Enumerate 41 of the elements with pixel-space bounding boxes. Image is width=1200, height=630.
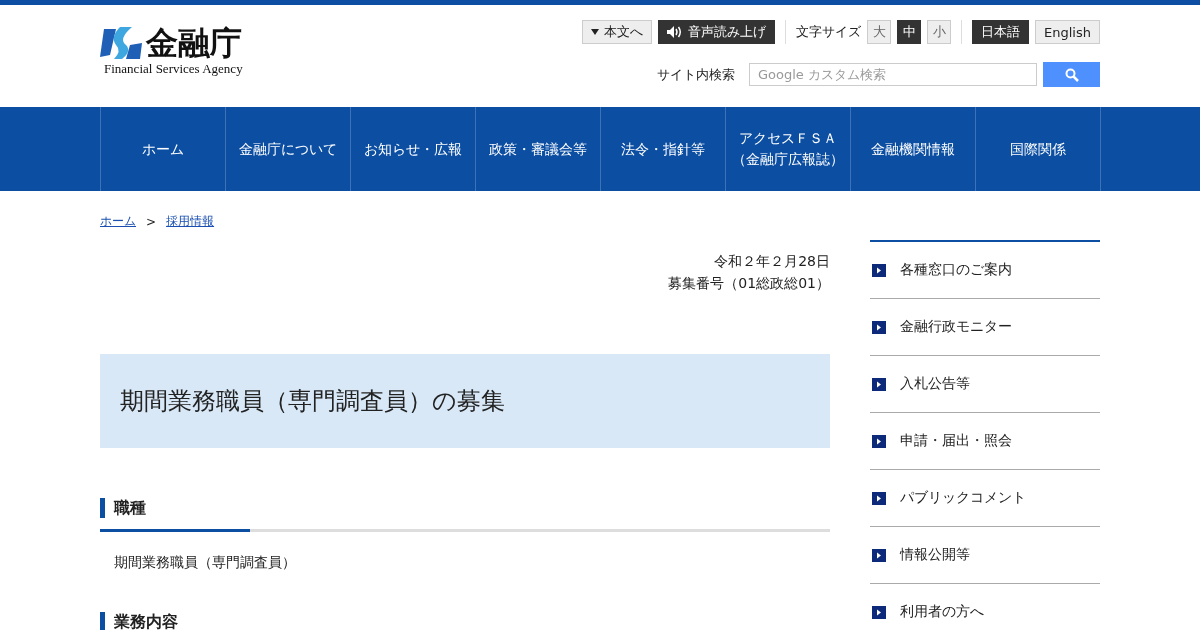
language-button[interactable]: English [1035, 20, 1100, 44]
search-field[interactable]: Google カスタム検索 [749, 63, 1037, 86]
text-size-button[interactable]: 大 [867, 20, 892, 44]
nav-item[interactable]: お知らせ・広報 [350, 107, 476, 191]
page-title: 期間業務職員（専門調査員）の募集 [100, 354, 830, 448]
speaker-icon [667, 26, 684, 38]
section-heading: 業務内容 [100, 612, 830, 630]
sidebar-link[interactable]: パブリックコメント [900, 489, 1026, 507]
text-size-label: 文字サイズ [796, 23, 862, 41]
nav-item[interactable]: 金融機関情報 [850, 107, 976, 191]
section-text: 期間業務職員（専門調査員） [114, 554, 296, 570]
sidebar-link[interactable]: 申請・届出・照会 [900, 432, 1012, 450]
breadcrumb-separator: > [146, 214, 157, 229]
read-aloud-button[interactable]: 音声読み上げ [658, 20, 776, 44]
sidebar-link[interactable]: 各種窓口のご案内 [900, 261, 1012, 279]
sidebar-link[interactable]: 情報公開等 [900, 546, 970, 564]
caret-icon [591, 29, 600, 35]
search-button[interactable] [1043, 62, 1100, 87]
section-heading: 職種 [100, 498, 830, 518]
nav-item[interactable]: 政策・審議会等 [475, 107, 601, 191]
logo-subtitle: Financial Services Agency [104, 61, 243, 77]
recruit-number: 募集番号（01総政総01） [668, 274, 830, 293]
nav-item[interactable]: 国際関係 [975, 107, 1101, 191]
sidebar-link[interactable]: 入札公告等 [900, 375, 970, 393]
date-text: 令和２年２月28日 [714, 252, 830, 271]
logo-icon [100, 25, 144, 61]
nav-item[interactable]: 金融庁について [225, 107, 351, 191]
breadcrumb-link[interactable]: 採用情報 [166, 213, 215, 230]
text-size-button[interactable]: 中 [897, 20, 922, 44]
search-label: サイト内検索 [657, 65, 735, 84]
skip-link-button[interactable]: 本文へ [582, 20, 653, 44]
sidebar-link[interactable]: 金融行政モニター [900, 318, 1012, 336]
search-icon [1064, 67, 1079, 82]
sidebar-link[interactable]: 利用者の方へ [900, 603, 984, 621]
logo-name: 金融庁 [146, 27, 242, 59]
nav-item[interactable]: ホーム [100, 107, 226, 191]
breadcrumb-link[interactable]: ホーム [100, 213, 136, 230]
nav-item[interactable]: 法令・指針等 [600, 107, 726, 191]
language-button[interactable]: 日本語 [972, 20, 1030, 44]
text-size-button[interactable]: 小 [927, 20, 952, 44]
nav-item[interactable]: アクセスＦＳＡ（金融庁広報誌） [725, 107, 851, 191]
